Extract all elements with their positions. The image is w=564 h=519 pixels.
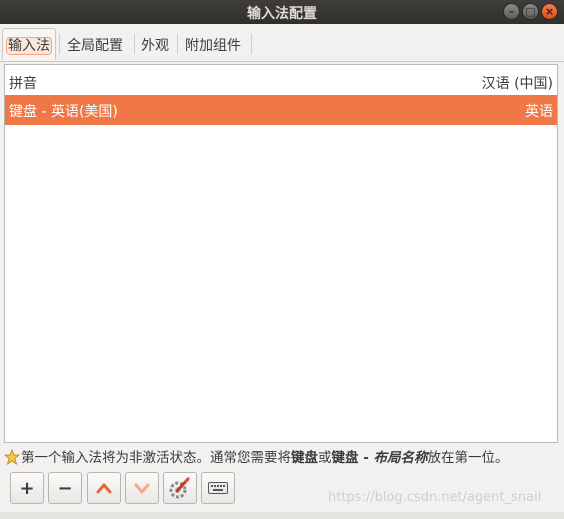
hint-suffix: 放在第一位。 (427, 450, 509, 466)
input-method-name: 拼音 (9, 76, 37, 92)
input-method-name: 键盘 - 英语(美国) (9, 104, 118, 120)
tab-separator (59, 34, 60, 54)
maximize-icon: □ (525, 5, 536, 18)
configure-icon (169, 477, 190, 499)
tab-appearance[interactable]: 外观 (136, 28, 174, 60)
list-item[interactable]: 拼音 汉语 (中国) (5, 67, 557, 97)
plus-icon: + (19, 478, 35, 499)
window-title: 输入法配置 (247, 6, 317, 22)
chevron-up-icon (96, 483, 112, 494)
tab-separator (134, 34, 135, 54)
close-icon: × (544, 5, 555, 18)
keyboard-layout-button[interactable] (201, 472, 235, 504)
list-item-selected[interactable]: 键盘 - 英语(美国) 英语 (5, 95, 557, 125)
move-down-button[interactable] (125, 472, 159, 504)
tab-label: 附加组件 (185, 38, 241, 54)
bottom-strip (0, 512, 564, 519)
minimize-button[interactable]: – (503, 3, 520, 20)
hint-prefix: 第一个输入法将为非激活状态。通常您需要将 (21, 450, 291, 466)
close-button[interactable]: × (541, 3, 558, 20)
tab-global-config[interactable]: 全局配置 (62, 28, 128, 60)
keyboard-icon (208, 482, 228, 494)
configure-button[interactable] (163, 472, 197, 504)
input-method-list[interactable]: 拼音 汉语 (中国) 键盘 - 英语(美国) 英语 (4, 64, 558, 443)
star-icon (4, 448, 21, 465)
hint-bold-keyboard-layout: 键盘 - (331, 450, 374, 466)
hint-text: 第一个输入法将为非激活状态。通常您需要将键盘或键盘 - 布局名称放在第一位。 (4, 446, 560, 468)
add-button[interactable]: + (10, 472, 44, 504)
hint-bold-keyboard: 键盘 (291, 450, 318, 466)
tab-label: 输入法 (6, 37, 52, 55)
maximize-button[interactable]: □ (522, 3, 539, 20)
move-up-button[interactable] (87, 472, 121, 504)
watermark-text: https://blog.csdn.net/agent_snail (328, 490, 542, 505)
tab-label: 外观 (141, 38, 169, 54)
hint-middle: 或 (318, 450, 332, 466)
input-method-language: 英语 (525, 104, 553, 120)
tab-addons[interactable]: 附加组件 (180, 28, 246, 60)
minimize-icon: – (508, 5, 515, 18)
tab-label: 全局配置 (67, 38, 123, 54)
tab-input-method[interactable]: 输入法 (2, 28, 56, 60)
tab-separator (251, 34, 252, 54)
tab-bar: 输入法 全局配置 外观 附加组件 (0, 24, 564, 62)
tab-separator (177, 34, 178, 54)
chevron-down-icon (134, 483, 150, 494)
input-method-language: 汉语 (中国) (481, 76, 553, 92)
hint-layout-name: 布局名称 (373, 450, 428, 466)
minus-icon: − (57, 478, 73, 499)
remove-button[interactable]: − (48, 472, 82, 504)
title-bar: 输入法配置 – □ × (0, 0, 564, 24)
